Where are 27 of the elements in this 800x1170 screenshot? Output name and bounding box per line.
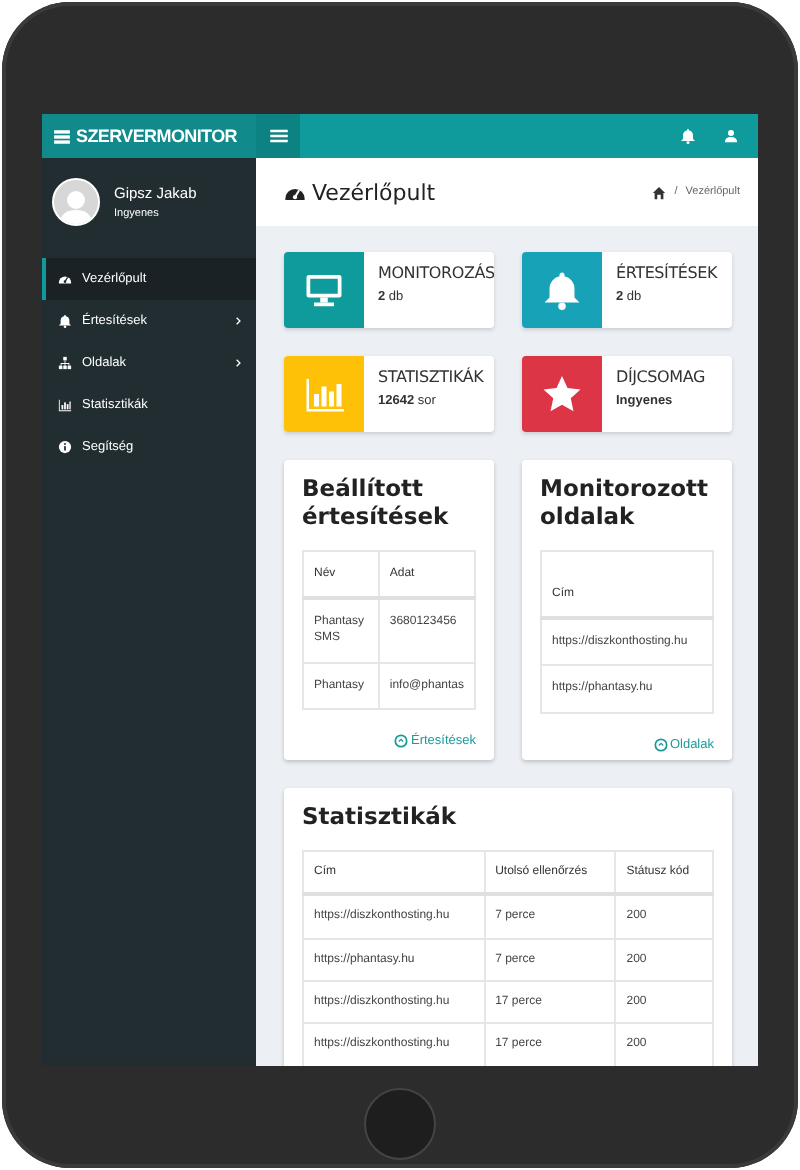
bell-icon [58,314,72,328]
card-title: Statisztikák [302,804,459,832]
dashboard-icon [58,272,72,286]
brand-logo: SZERVERMONITOR [76,126,237,146]
home-icon[interactable] [652,185,667,199]
stat-title: DÍJCSOMAG [616,368,705,386]
star-icon [542,374,582,414]
bar-chart-icon [58,398,72,412]
sitemap-icon [58,356,72,370]
bell-icon [542,270,582,310]
stat-title: MONITOROZÁS [378,264,494,282]
monitor-icon [304,270,344,310]
card-title: Monitorozott oldalak [540,476,711,532]
page-title: Vezérlőpult [312,179,436,205]
circle-arrow-icon [653,737,668,752]
stat-title: STATISZTIKÁK [378,368,484,386]
stat-title: ÉRTESÍTÉSEK [616,264,718,282]
card-title: Beállított értesítések [302,476,451,532]
bar-chart-icon [304,374,344,414]
home-button[interactable] [364,1088,436,1160]
circle-arrow-icon [394,734,409,749]
menu-icon [267,126,289,146]
menu-button[interactable] [256,114,300,158]
user-icon[interactable] [724,128,738,144]
bell-icon[interactable] [680,128,696,144]
info-icon [58,440,72,454]
avatar [52,178,100,226]
